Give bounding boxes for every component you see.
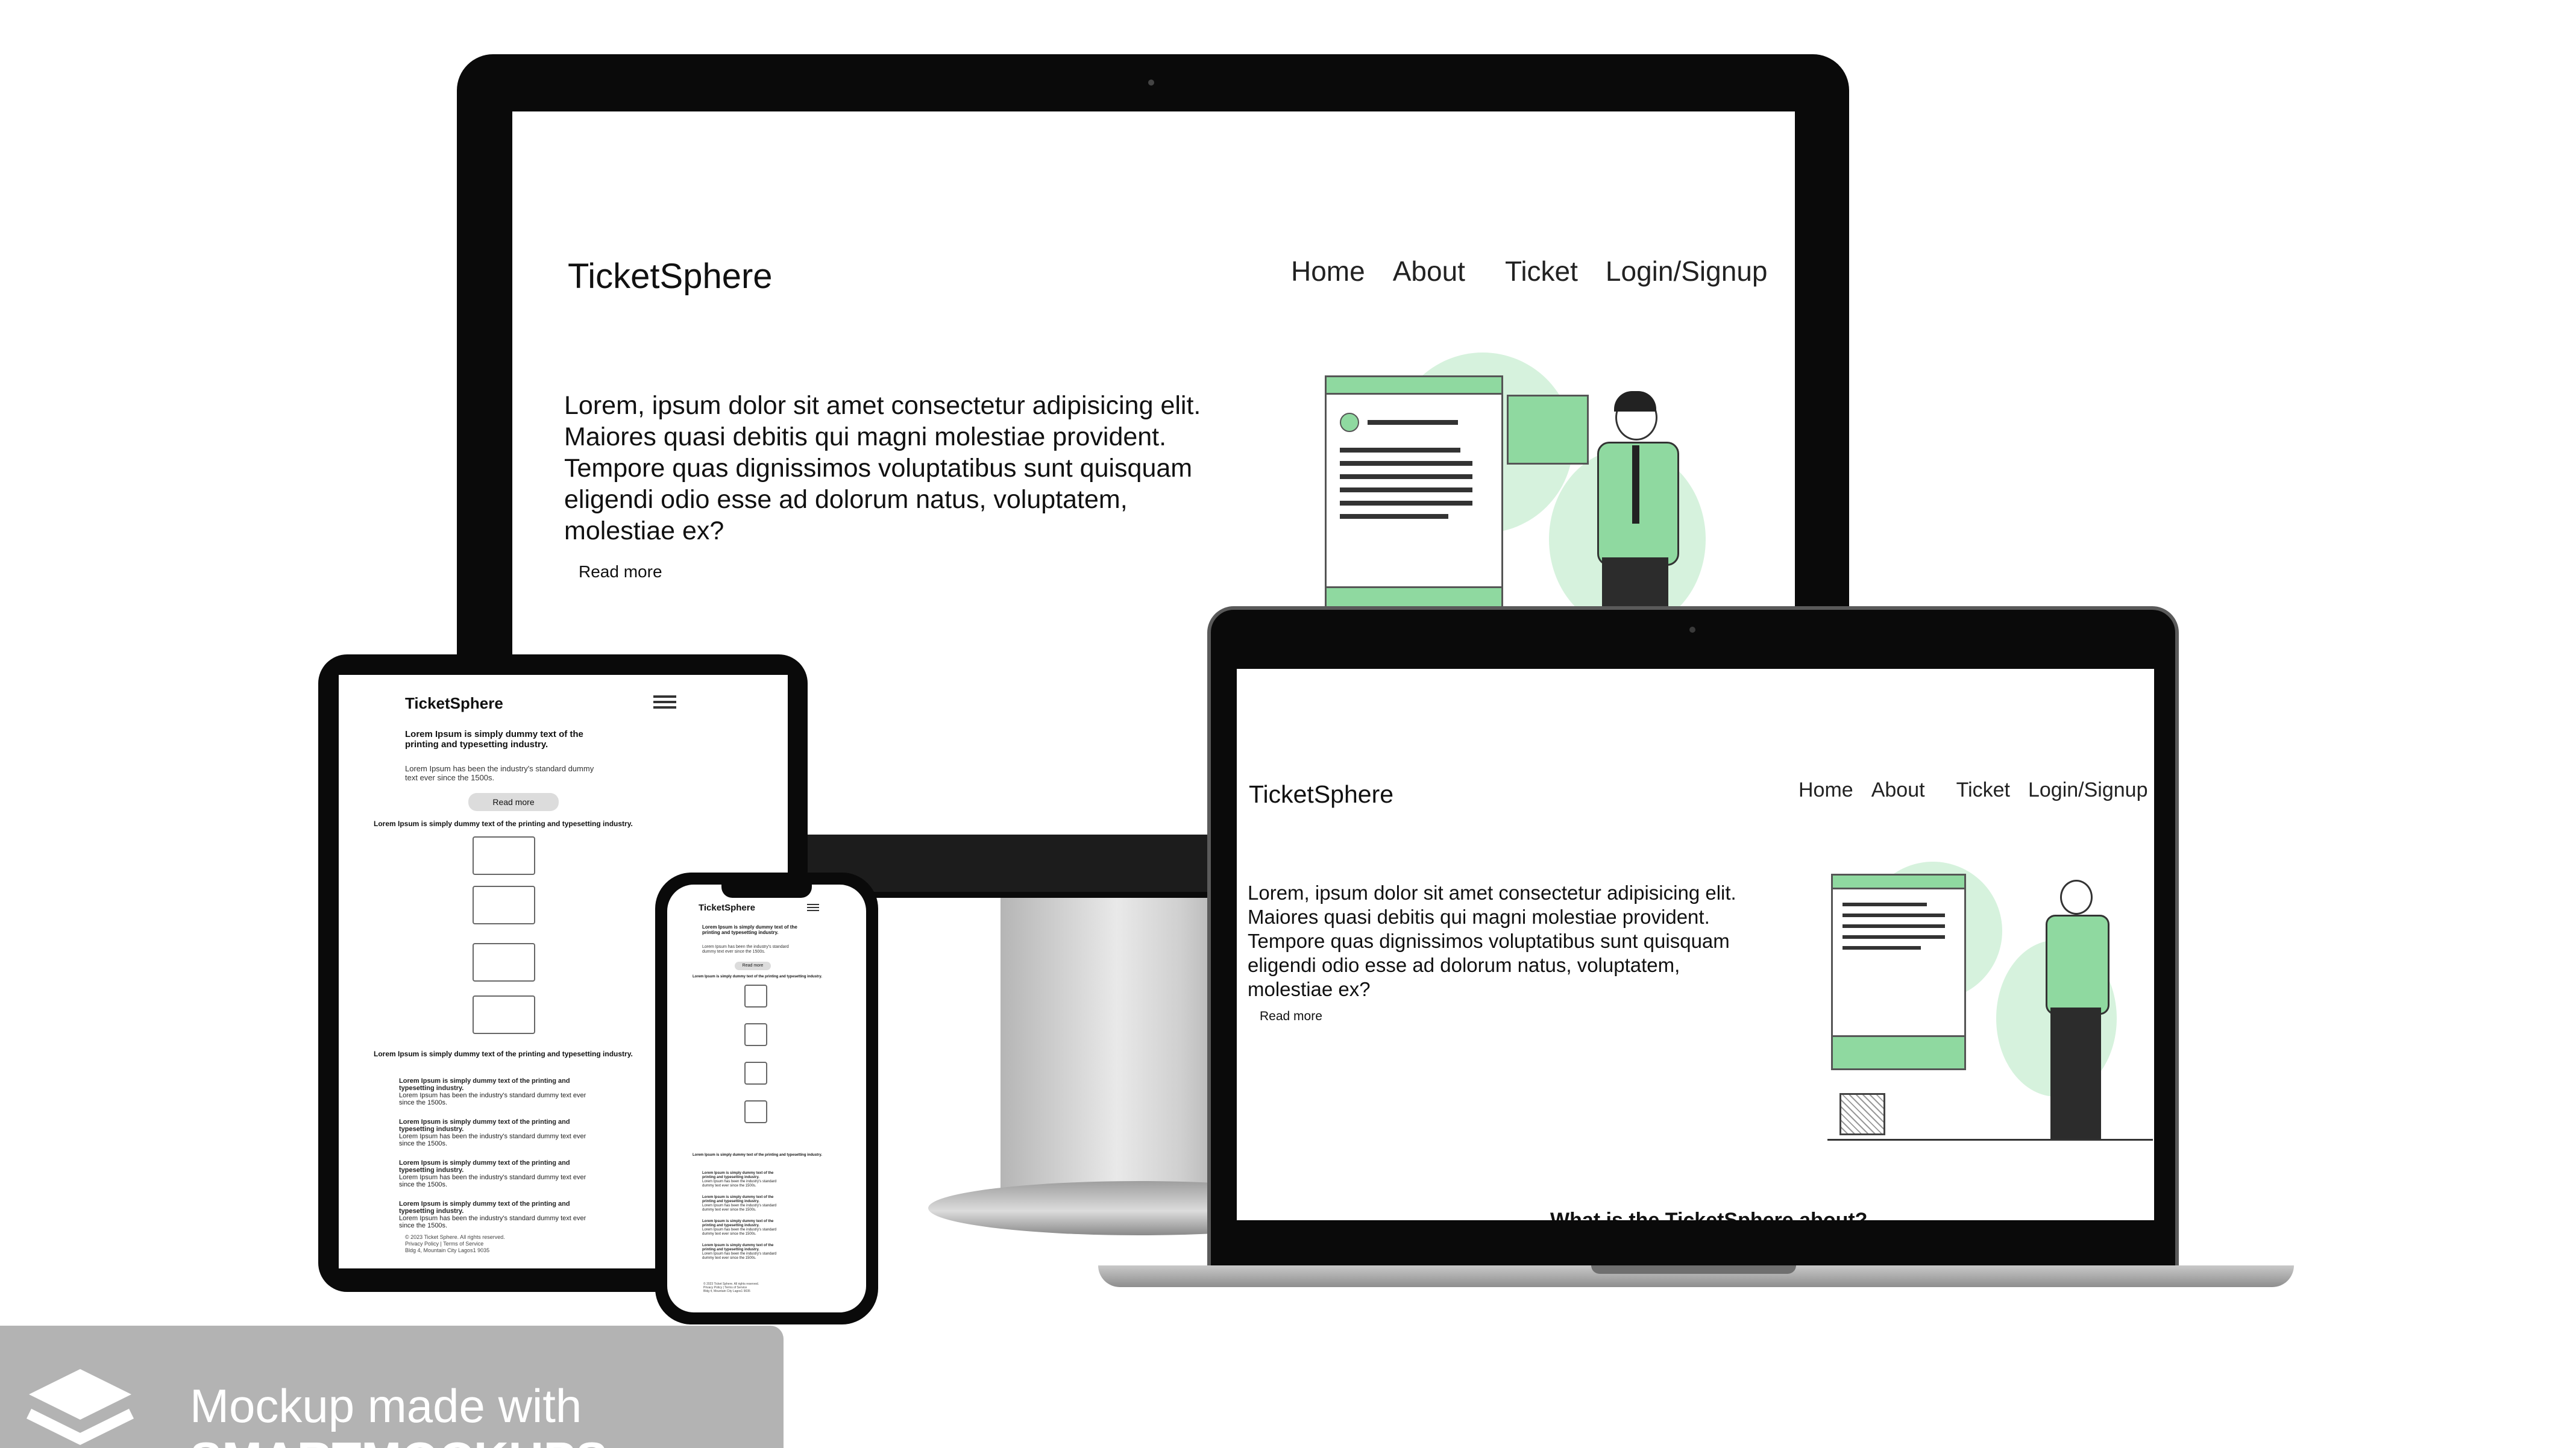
laptop-hinge [1591, 1265, 1796, 1274]
nav-link-ticket[interactable]: Ticket [1956, 779, 2010, 802]
tablet-card-list: Lorem Ipsum is simply dummy text of the … [399, 1077, 598, 1229]
image-placeholder-icon [744, 1062, 767, 1085]
tablet-hero-rest: Lorem Ipsum has been the industry's stan… [405, 764, 594, 782]
monitor-camera [1148, 80, 1154, 86]
phone-hamburger-menu-icon[interactable] [807, 904, 819, 911]
phone-hero-bold: Lorem Ipsum is simply dummy text of the … [702, 924, 797, 935]
document-panel-icon [1507, 395, 1589, 465]
site-brand[interactable]: TicketSphere [568, 256, 773, 296]
laptop-browser-window-icon [1831, 874, 1966, 1070]
hero-text: Lorem, ipsum dolor sit amet consectetur … [564, 391, 1201, 545]
tablet-read-more-button[interactable]: Read more [468, 793, 559, 811]
phone-screen: TicketSphere Lorem Ipsum is simply dummy… [667, 885, 866, 1312]
nav-link-login-signup[interactable]: Login/Signup [1606, 255, 1768, 287]
site-nav: Home About Ticket Login/Signup [1291, 255, 1768, 287]
tablet-brand[interactable]: TicketSphere [405, 694, 503, 713]
phone-read-more-button[interactable]: Read more [735, 962, 771, 970]
tablet-footer: © 2023 Ticket Sphere. All rights reserve… [405, 1234, 505, 1253]
laptop-screen: TicketSphere Home About Ticket Login/Sig… [1237, 669, 2154, 1220]
floor-line [1827, 1139, 2153, 1141]
image-placeholder-icon [744, 1100, 767, 1123]
read-more-button[interactable]: Read more [579, 562, 662, 581]
laptop-nav: Home About Ticket Login/Signup [1798, 779, 2148, 802]
phone-notch [721, 880, 812, 898]
list-item: Lorem Ipsum is simply dummy text of the … [399, 1118, 586, 1147]
image-placeholder-icon [473, 886, 535, 924]
image-placeholder-icon [473, 943, 535, 982]
watermark-banner: Mockup made with SMARTMOCKUPS [0, 1326, 784, 1448]
nav-link-ticket[interactable]: Ticket [1505, 255, 1578, 287]
phone-footer: © 2023 Ticket Sphere. All rights reserve… [703, 1282, 759, 1293]
watermark-line1: Mockup made with [190, 1379, 582, 1432]
phone-section-line: Lorem Ipsum is simply dummy text of the … [693, 975, 822, 979]
tablet-hero-bold: Lorem Ipsum is simply dummy text of the … [405, 729, 583, 750]
list-item: Lorem Ipsum is simply dummy text of the … [399, 1159, 586, 1188]
laptop-camera [1689, 627, 1695, 633]
list-item: Lorem Ipsum is simply dummy text of the … [399, 1077, 586, 1106]
laptop-illustration [1827, 856, 2153, 1181]
nav-link-about[interactable]: About [1871, 779, 1925, 802]
image-placeholder-icon [744, 985, 767, 1008]
nav-link-about[interactable]: About [1393, 255, 1465, 287]
phone-hero-rest: Lorem Ipsum has been the industry's stan… [702, 945, 789, 954]
laptop-read-more-button[interactable]: Read more [1260, 1009, 1322, 1024]
layers-logo-icon [23, 1363, 137, 1448]
hamburger-menu-icon[interactable] [653, 695, 676, 709]
image-placeholder-icon [744, 1023, 767, 1046]
trash-bin-icon [1839, 1093, 1885, 1135]
nav-link-home[interactable]: Home [1798, 779, 1853, 802]
nav-link-login-signup[interactable]: Login/Signup [2028, 779, 2148, 802]
list-item: Lorem Ipsum is simply dummy text of the … [702, 1244, 777, 1260]
list-item: Lorem Ipsum is simply dummy text of the … [702, 1220, 777, 1236]
tablet-section-line: Lorem Ipsum is simply dummy text of the … [374, 820, 633, 828]
laptop-brand[interactable]: TicketSphere [1249, 780, 1393, 809]
image-placeholder-icon [473, 836, 535, 875]
list-item: Lorem Ipsum is simply dummy text of the … [702, 1171, 777, 1188]
phone-card-list: Lorem Ipsum is simply dummy text of the … [702, 1171, 787, 1261]
list-item: Lorem Ipsum is simply dummy text of the … [399, 1200, 586, 1229]
browser-window-icon [1325, 375, 1503, 632]
nav-link-home[interactable]: Home [1291, 255, 1365, 287]
laptop-partial-heading: What is the TicketSphere about? [1550, 1209, 1868, 1220]
image-placeholder-icon [473, 995, 535, 1034]
list-item: Lorem Ipsum is simply dummy text of the … [702, 1196, 777, 1212]
phone-brand[interactable]: TicketSphere [699, 903, 755, 913]
laptop-person-figure [2032, 880, 2123, 1139]
phone-section-line-2: Lorem Ipsum is simply dummy text of the … [693, 1153, 822, 1157]
watermark-line2: SMARTMOCKUPS [190, 1432, 608, 1448]
laptop-hero-text: Lorem, ipsum dolor sit amet consectetur … [1248, 882, 1736, 1000]
